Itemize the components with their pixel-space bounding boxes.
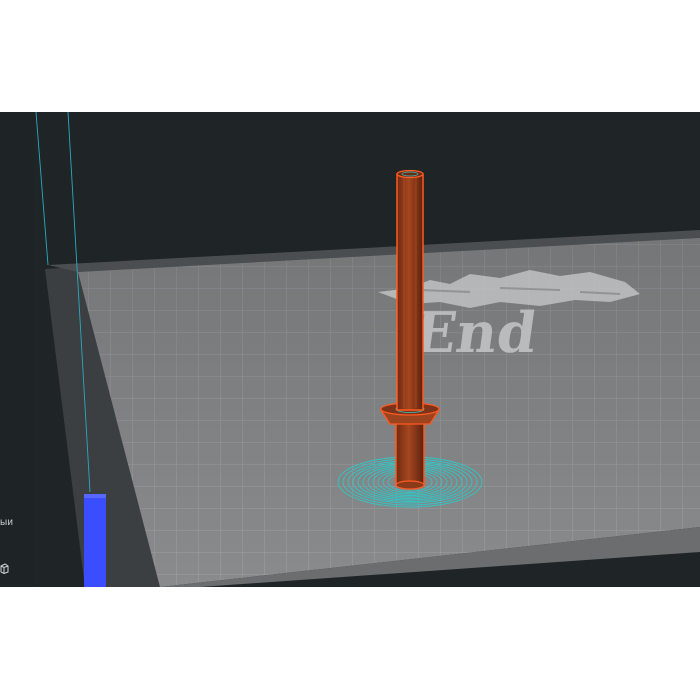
side-panel-label: ыи — [0, 517, 14, 528]
left-side-panel — [0, 112, 34, 587]
slicer-viewport-screenshot: End ыи — [0, 112, 700, 587]
3d-viewport[interactable]: End — [0, 112, 700, 587]
model-upper-shaft — [396, 169, 424, 411]
cube-icon[interactable] — [0, 563, 9, 574]
model-lower-shaft — [395, 421, 425, 490]
bed-logo-text: End — [409, 300, 541, 366]
layer-slider-handle[interactable] — [84, 494, 106, 587]
